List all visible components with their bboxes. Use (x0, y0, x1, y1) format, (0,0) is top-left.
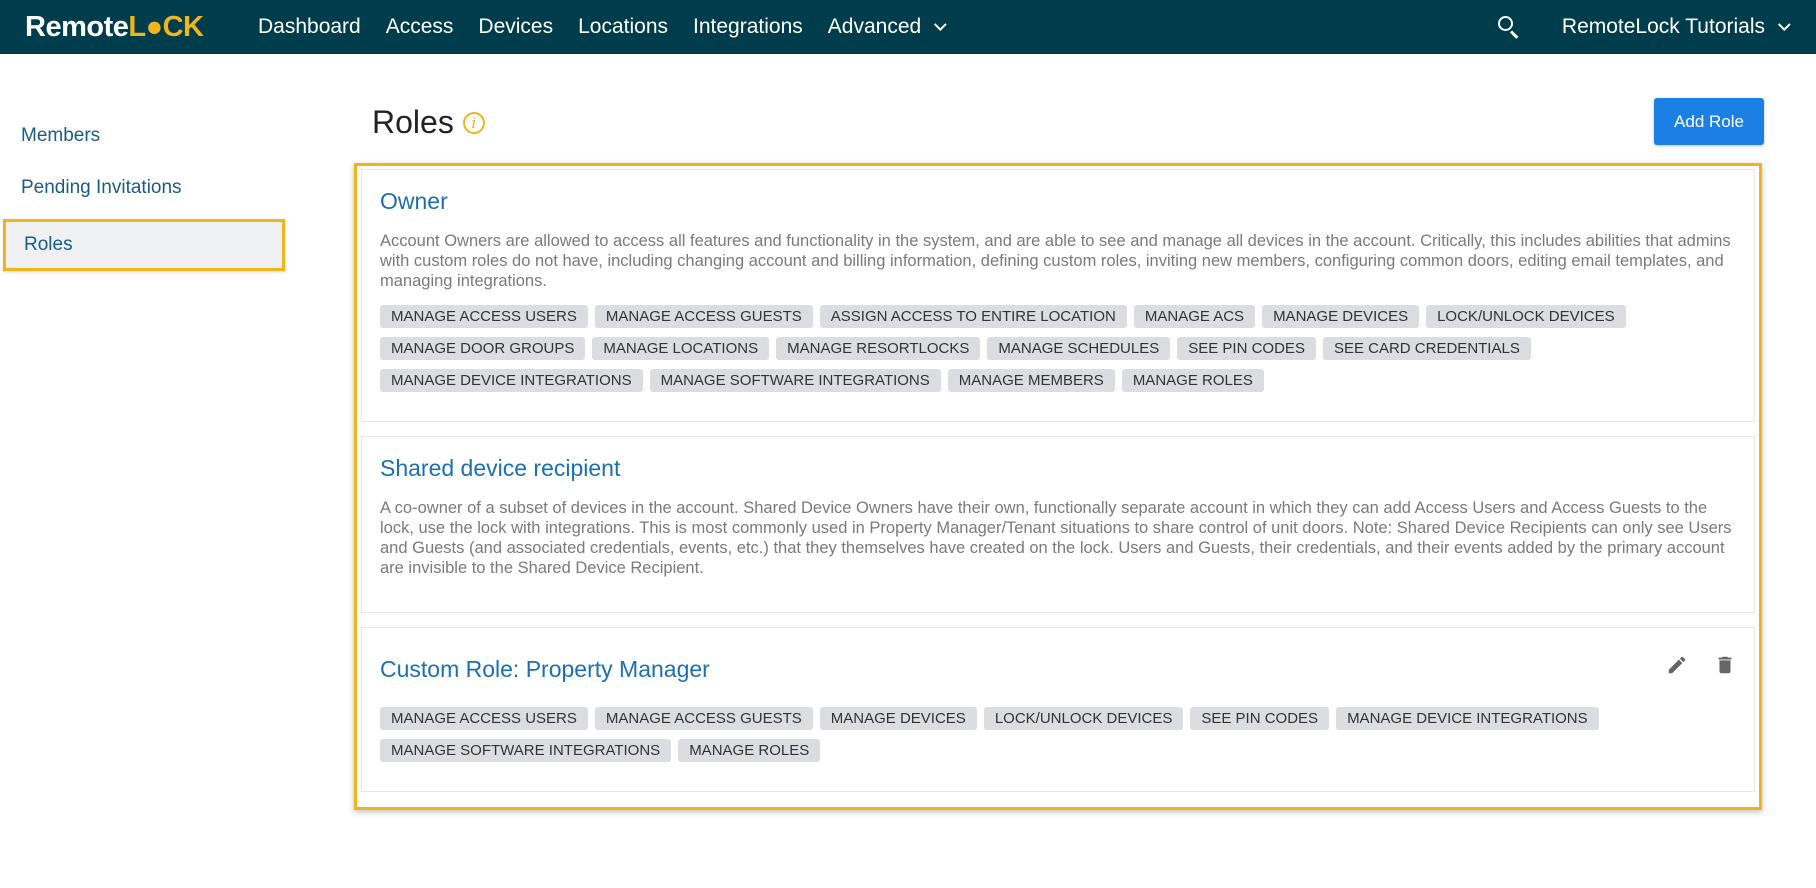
roles-list: Owner Account Owners are allowed to acce… (354, 163, 1762, 810)
permission-tag: MANAGE DEVICES (1262, 305, 1420, 328)
permission-tag: ASSIGN ACCESS TO ENTIRE LOCATION (819, 305, 1127, 328)
permission-tag: MANAGE ACCESS USERS (380, 707, 588, 730)
add-role-button[interactable]: Add Role (1654, 98, 1764, 145)
sidebar-item-members[interactable]: Members (0, 115, 290, 157)
permission-tag: MANAGE DEVICE INTEGRATIONS (1336, 707, 1599, 730)
top-navigation-bar: Remote L●CK Dashboard Access Devices Loca… (0, 0, 1816, 54)
permission-tag: MANAGE ROLES (678, 739, 821, 762)
sidebar: Members Pending Invitations Roles (0, 115, 290, 281)
role-card-property-manager: Custom Role: Property Manager MANAGE ACC… (361, 627, 1755, 792)
role-title[interactable]: Shared device recipient (380, 455, 1736, 482)
permission-tags: MANAGE ACCESS USERS MANAGE ACCESS GUESTS… (380, 707, 1736, 771)
role-card-owner: Owner Account Owners are allowed to acce… (361, 169, 1755, 422)
account-menu[interactable]: RemoteLock Tutorials (1561, 15, 1791, 39)
chevron-down-icon (1777, 17, 1791, 31)
nav-advanced-label: Advanced (827, 15, 922, 38)
permission-tag: MANAGE DEVICES (819, 707, 977, 730)
edit-icon[interactable] (1666, 654, 1688, 676)
account-name: RemoteLock Tutorials (1561, 15, 1765, 38)
permission-tag: MANAGE DOOR GROUPS (380, 337, 586, 360)
info-icon[interactable]: i (462, 111, 485, 134)
role-title[interactable]: Owner (380, 188, 1736, 215)
permission-tag: MANAGE ROLES (1121, 369, 1264, 392)
role-card-shared-device-recipient: Shared device recipient A co-owner of a … (361, 436, 1755, 613)
permission-tag: LOCK/UNLOCK DEVICES (1426, 305, 1626, 328)
permission-tag: MANAGE ACCESS GUESTS (594, 305, 813, 328)
role-actions (1640, 654, 1736, 676)
page-header: Roles i Add Role (352, 54, 1764, 159)
nav-advanced[interactable]: Advanced (827, 15, 947, 39)
trash-icon[interactable] (1714, 654, 1736, 676)
permission-tag: MANAGE DEVICE INTEGRATIONS (380, 369, 643, 392)
remotelock-logo[interactable]: Remote L●CK (25, 11, 225, 44)
permission-tag: SEE PIN CODES (1190, 707, 1330, 730)
sidebar-item-pending-invitations[interactable]: Pending Invitations (0, 167, 290, 209)
permission-tag: MANAGE SOFTWARE INTEGRATIONS (380, 739, 672, 762)
main-content: Roles i Add Role Owner Account Owners ar… (352, 54, 1764, 810)
permission-tag: MANAGE RESORTLOCKS (776, 337, 981, 360)
logo-text: Remote (25, 10, 129, 43)
role-description: A co-owner of a subset of devices in the… (380, 499, 1732, 577)
permission-tag: MANAGE ACCESS GUESTS (594, 707, 813, 730)
nav-locations[interactable]: Locations (578, 15, 668, 39)
role-description: Account Owners are allowed to access all… (380, 232, 1731, 290)
permission-tag: MANAGE LOCATIONS (592, 337, 770, 360)
nav-integrations[interactable]: Integrations (693, 15, 803, 39)
role-title[interactable]: Custom Role: Property Manager (380, 656, 1736, 683)
permission-tag: LOCK/UNLOCK DEVICES (983, 707, 1184, 730)
nav-dashboard[interactable]: Dashboard (258, 15, 361, 39)
search-icon[interactable] (1496, 14, 1522, 40)
permission-tags: MANAGE ACCESS USERS MANAGE ACCESS GUESTS… (380, 305, 1736, 401)
nav-devices[interactable]: Devices (478, 15, 553, 39)
permission-tag: MANAGE SOFTWARE INTEGRATIONS (649, 369, 941, 392)
page-title-text: Roles (372, 104, 454, 140)
sidebar-item-roles[interactable]: Roles (3, 219, 285, 271)
page-title: Roles i (372, 104, 485, 141)
permission-tag: MANAGE ACS (1133, 305, 1256, 328)
permission-tag: MANAGE ACCESS USERS (380, 305, 588, 328)
logo-accent-text: L●CK (128, 10, 204, 43)
permission-tag: MANAGE SCHEDULES (987, 337, 1171, 360)
permission-tag: SEE CARD CREDENTIALS (1322, 337, 1531, 360)
nav-links: Dashboard Access Devices Locations Integ… (258, 15, 967, 39)
permission-tag: MANAGE MEMBERS (947, 369, 1115, 392)
nav-right: RemoteLock Tutorials (1496, 0, 1791, 54)
permission-tag: SEE PIN CODES (1177, 337, 1316, 360)
chevron-down-icon (934, 17, 947, 31)
nav-access[interactable]: Access (386, 15, 454, 39)
